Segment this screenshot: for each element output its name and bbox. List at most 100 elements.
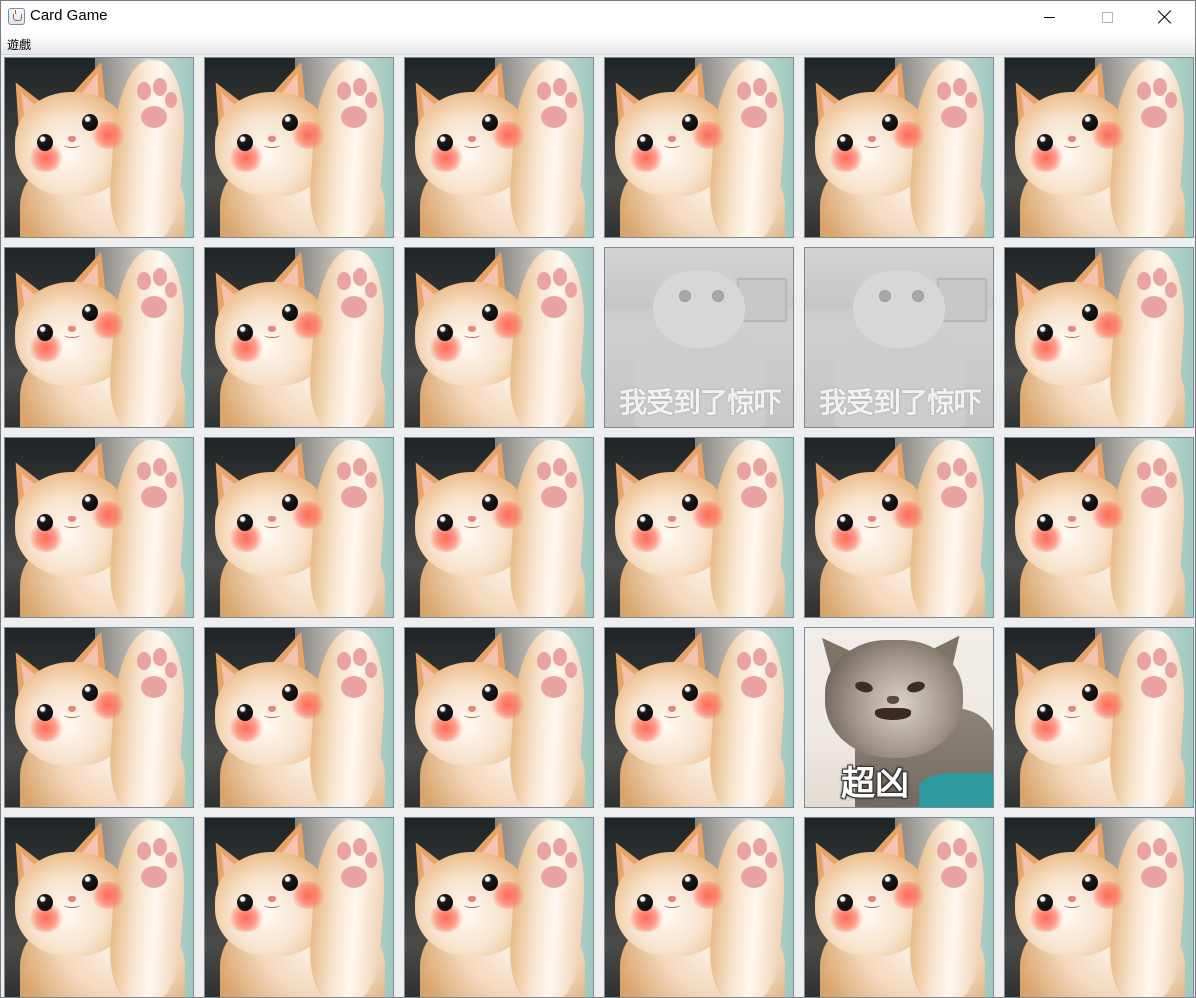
paw-pad — [741, 486, 767, 508]
kitten-eye — [837, 514, 853, 531]
card-facedown[interactable] — [604, 817, 794, 998]
card-matched[interactable]: 我受到了惊吓 — [804, 247, 994, 428]
card-facedown[interactable] — [204, 57, 394, 238]
kitten-mouth — [864, 142, 880, 148]
card-game-window: Card Game 遊戲 我受到了惊吓 我受到了惊吓 超凶 — [0, 0, 1196, 998]
paw-pad — [1153, 648, 1167, 666]
paw-pad — [937, 462, 951, 480]
kitten-mouth — [64, 142, 80, 148]
paw-pad — [337, 462, 351, 480]
kitten-eye — [82, 304, 98, 321]
kitten-eye — [437, 894, 453, 911]
kitten-eye — [237, 894, 253, 911]
card-facedown[interactable] — [4, 57, 194, 238]
kitten-eye — [1082, 114, 1098, 131]
card-facedown[interactable] — [4, 627, 194, 808]
kitten-eye — [1082, 304, 1098, 321]
kitten-eye — [1037, 134, 1053, 151]
paw-pad — [1137, 82, 1151, 100]
kitten-mouth — [664, 902, 680, 908]
paw-pad — [765, 92, 777, 108]
paw-pad — [737, 842, 751, 860]
paw-pad — [141, 676, 167, 698]
paw-pad — [353, 268, 367, 286]
paw-pad — [365, 852, 377, 868]
paw-pad — [1153, 268, 1167, 286]
card-revealed[interactable]: 超凶 — [804, 627, 994, 808]
kitten-eye — [1082, 494, 1098, 511]
paw-pad — [137, 82, 151, 100]
paw-pad — [1165, 472, 1177, 488]
paw-pad — [137, 272, 151, 290]
gray-cat-eye — [879, 290, 891, 302]
kitten-mouth — [64, 712, 80, 718]
paw-pad — [1153, 458, 1167, 476]
card-matched[interactable]: 我受到了惊吓 — [604, 247, 794, 428]
paw-pad — [537, 842, 551, 860]
card-facedown[interactable] — [1004, 437, 1194, 618]
kitten-mouth — [264, 522, 280, 528]
paw-pad — [541, 296, 567, 318]
kitten-mouth — [664, 712, 680, 718]
card-facedown[interactable] — [204, 437, 394, 618]
gray-cat-head — [653, 270, 745, 348]
card-facedown[interactable] — [404, 247, 594, 428]
card-facedown[interactable] — [4, 437, 194, 618]
paw-pad — [1141, 106, 1167, 128]
paw-pad — [365, 662, 377, 678]
kitten-eye — [437, 704, 453, 721]
paw-pad — [537, 462, 551, 480]
paw-pad — [1141, 866, 1167, 888]
paw-pad — [765, 662, 777, 678]
paw-pad — [153, 838, 167, 856]
paw-pad — [1165, 662, 1177, 678]
kitten-eye — [282, 684, 298, 701]
kitten-mouth — [1064, 522, 1080, 528]
paw-pad — [365, 92, 377, 108]
minimize-button[interactable] — [1020, 1, 1078, 33]
paw-pad — [765, 852, 777, 868]
card-facedown[interactable] — [804, 437, 994, 618]
maximize-button[interactable] — [1078, 1, 1136, 33]
card-facedown[interactable] — [204, 247, 394, 428]
card-facedown[interactable] — [1004, 247, 1194, 428]
menu-game[interactable]: 遊戲 — [7, 36, 31, 53]
kitten-eye — [82, 684, 98, 701]
kitten-eye — [437, 324, 453, 341]
card-facedown[interactable] — [604, 437, 794, 618]
gray-cat-eye — [712, 290, 724, 302]
paw-pad — [141, 106, 167, 128]
card-facedown[interactable] — [204, 627, 394, 808]
card-facedown[interactable] — [204, 817, 394, 998]
kitten-mouth — [464, 712, 480, 718]
card-facedown[interactable] — [4, 817, 194, 998]
card-facedown[interactable] — [604, 627, 794, 808]
card-facedown[interactable] — [404, 627, 594, 808]
card-facedown[interactable] — [404, 437, 594, 618]
tabby-cat-nose — [887, 696, 899, 704]
paw-pad — [541, 106, 567, 128]
paw-pad — [553, 648, 567, 666]
paw-pad — [753, 838, 767, 856]
card-facedown[interactable] — [1004, 627, 1194, 808]
kitten-eye — [1037, 704, 1053, 721]
paw-pad — [553, 78, 567, 96]
title-bar[interactable]: Card Game — [1, 1, 1195, 33]
card-facedown[interactable] — [804, 817, 994, 998]
card-facedown[interactable] — [604, 57, 794, 238]
kitten-eye — [82, 494, 98, 511]
card-facedown[interactable] — [1004, 817, 1194, 998]
kitten-eye — [282, 114, 298, 131]
kitten-mouth — [664, 142, 680, 148]
card-facedown[interactable] — [404, 817, 594, 998]
close-button[interactable] — [1136, 1, 1194, 33]
card-facedown[interactable] — [4, 247, 194, 428]
kitten-eye — [637, 134, 653, 151]
paw-pad — [353, 78, 367, 96]
card-caption: 我受到了惊吓 — [618, 386, 782, 419]
card-facedown[interactable] — [804, 57, 994, 238]
paw-pad — [165, 662, 177, 678]
card-facedown[interactable] — [404, 57, 594, 238]
paw-pad — [737, 652, 751, 670]
card-facedown[interactable] — [1004, 57, 1194, 238]
